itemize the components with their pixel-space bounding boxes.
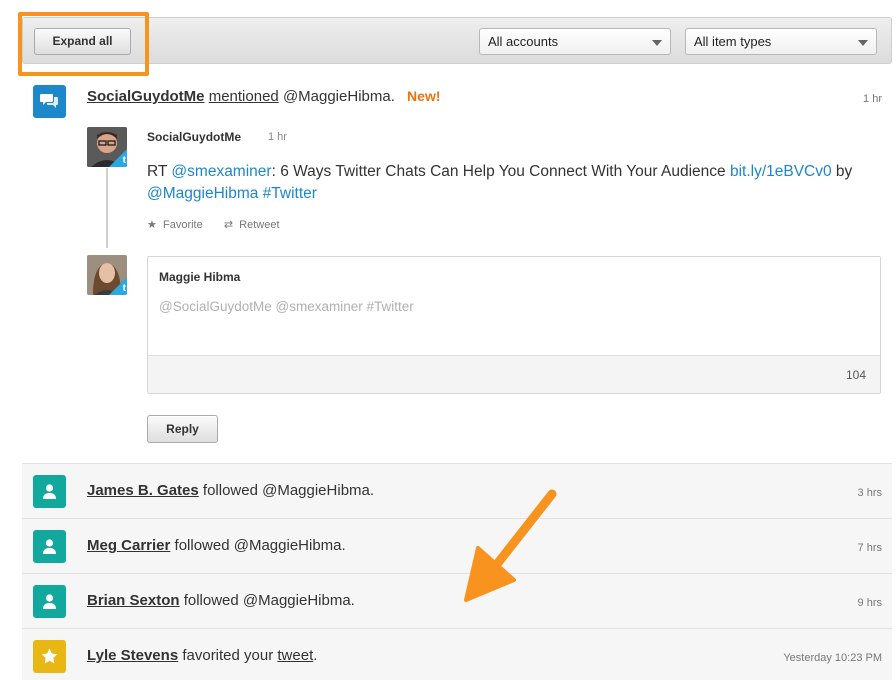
chat-bubble-icon bbox=[33, 85, 66, 118]
mention-time: 1 hr bbox=[863, 93, 882, 105]
new-badge: New! bbox=[407, 88, 441, 104]
reply-composer: Maggie Hibma @SocialGuydotMe @smexaminer… bbox=[147, 256, 881, 394]
list-item: Meg Carrier followed @MaggieHibma. 7 hrs bbox=[22, 518, 892, 573]
activity-description: favorited your bbox=[178, 647, 278, 664]
avatar[interactable]: t bbox=[87, 255, 127, 295]
reply-author: Maggie Hibma bbox=[159, 270, 241, 284]
activity-text: Brian Sexton followed @MaggieHibma. bbox=[87, 592, 355, 609]
thread-connector bbox=[106, 168, 108, 248]
activity-time: 9 hrs bbox=[857, 597, 882, 609]
list-item: Lyle Stevens favorited your tweet. Yeste… bbox=[22, 628, 892, 680]
activity-time: 7 hrs bbox=[857, 542, 882, 554]
reply-button[interactable]: Reply bbox=[147, 415, 218, 443]
avatar[interactable]: t bbox=[87, 127, 127, 167]
expand-all-button[interactable]: Expand all bbox=[34, 28, 131, 55]
user-link[interactable]: Meg Carrier bbox=[87, 537, 170, 554]
list-item: Brian Sexton followed @MaggieHibma. 9 hr… bbox=[22, 573, 892, 628]
person-icon bbox=[33, 475, 66, 508]
user-link[interactable]: Brian Sexton bbox=[87, 592, 180, 609]
accounts-select[interactable]: All accounts bbox=[479, 28, 671, 55]
favorite-label: Favorite bbox=[163, 219, 203, 231]
retweet-label: Retweet bbox=[239, 219, 280, 231]
filter-toolbar: Expand all All accounts All item types bbox=[22, 17, 892, 64]
chevron-down-icon bbox=[858, 40, 868, 46]
favorite-action[interactable]: ★ Favorite bbox=[147, 219, 206, 231]
star-icon: ★ bbox=[147, 219, 157, 231]
tweet-text-rt: RT bbox=[147, 163, 172, 180]
activity-text: Lyle Stevens favorited your tweet. bbox=[87, 647, 317, 664]
mention-summary: SocialGuydotMe mentioned @MaggieHibma. N… bbox=[87, 88, 441, 105]
retweet-action[interactable]: ⇄ Retweet bbox=[224, 219, 280, 231]
mention-action-link[interactable]: mentioned bbox=[209, 88, 279, 105]
person-icon bbox=[33, 585, 66, 618]
annotation-arrow-icon bbox=[464, 489, 557, 602]
star-icon bbox=[33, 640, 66, 673]
tweet-author[interactable]: SocialGuydotMe bbox=[147, 130, 241, 144]
mention-smexaminer-link[interactable]: @smexaminer bbox=[171, 163, 271, 180]
short-url-link[interactable]: bit.ly/1eBVCv0 bbox=[730, 163, 832, 180]
tweet-time: 1 hr bbox=[268, 131, 287, 143]
list-item: James B. Gates followed @MaggieHibma. 3 … bbox=[22, 463, 892, 518]
item-types-select[interactable]: All item types bbox=[685, 28, 877, 55]
activity-tail: . bbox=[313, 647, 318, 664]
activity-description: followed @MaggieHibma. bbox=[198, 482, 375, 499]
retweet-icon: ⇄ bbox=[223, 219, 234, 231]
tweet-link[interactable]: tweet bbox=[277, 647, 313, 664]
tweet-text: RT @smexaminer: 6 Ways Twitter Chats Can… bbox=[147, 161, 887, 205]
mention-user-link[interactable]: SocialGuydotMe bbox=[87, 88, 205, 105]
accounts-select-value: All accounts bbox=[488, 34, 559, 49]
tweet-text-body: : 6 Ways Twitter Chats Can Help You Conn… bbox=[271, 163, 730, 180]
tweet-text-by: by bbox=[831, 163, 853, 180]
reply-textarea[interactable]: @SocialGuydotMe @smexaminer #Twitter bbox=[159, 299, 414, 314]
tweet-actions: ★ Favorite ⇄ Retweet bbox=[147, 218, 298, 231]
activity-time: Yesterday 10:23 PM bbox=[783, 652, 882, 664]
activity-description: followed @MaggieHibma. bbox=[170, 537, 346, 554]
item-types-select-value: All item types bbox=[694, 34, 772, 49]
mention-target: @MaggieHibma. bbox=[282, 88, 395, 105]
user-link[interactable]: James B. Gates bbox=[87, 482, 199, 499]
chevron-down-icon bbox=[652, 40, 662, 46]
activity-text: James B. Gates followed @MaggieHibma. bbox=[87, 482, 374, 499]
activity-description: followed @MaggieHibma. bbox=[179, 592, 355, 609]
hashtag-twitter-link[interactable]: #Twitter bbox=[258, 185, 317, 202]
activity-time: 3 hrs bbox=[857, 487, 882, 499]
user-link[interactable]: Lyle Stevens bbox=[87, 647, 178, 664]
character-count: 104 bbox=[845, 368, 866, 382]
mention-maggiehibma-link[interactable]: @MaggieHibma bbox=[147, 185, 258, 202]
person-icon bbox=[33, 530, 66, 563]
activity-text: Meg Carrier followed @MaggieHibma. bbox=[87, 537, 346, 554]
reply-footer: 104 bbox=[148, 355, 880, 393]
